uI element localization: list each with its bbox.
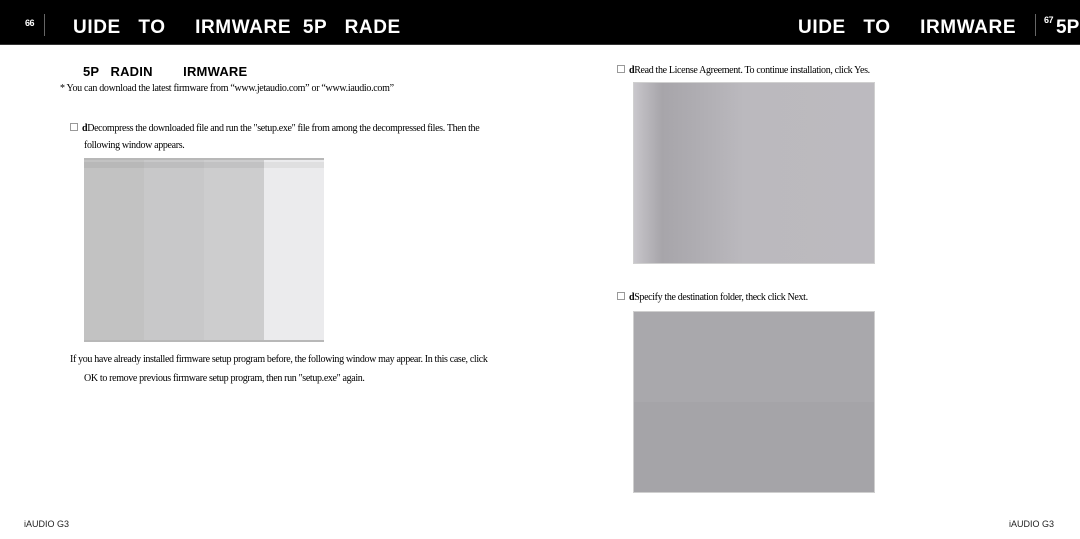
screenshot-column <box>204 160 264 340</box>
header-divider-left <box>44 14 45 36</box>
step-license: dRead the License Agreement. To continue… <box>617 62 897 79</box>
step-text: Read the License Agreement. To continue … <box>634 65 870 76</box>
checkbox-bullet-icon <box>617 292 625 300</box>
header-title-right: UIDE TO IRMWARE <box>798 17 1017 38</box>
license-agreement-screenshot <box>633 82 875 264</box>
paragraph-line: If you have already installed firmware s… <box>70 354 488 365</box>
screenshot-column <box>144 160 204 340</box>
step-text: Decompress the downloaded file and run t… <box>87 123 480 134</box>
checkbox-bullet-icon <box>70 123 78 131</box>
setup-window-screenshot <box>84 158 324 342</box>
destination-folder-screenshot <box>633 311 875 493</box>
step-text: Specify the destination folder, theck cl… <box>634 292 808 303</box>
screenshot-upper-region <box>634 312 874 402</box>
step-text-continued: following window appears. <box>84 140 185 151</box>
header-title-left: UIDE TO IRMWARE 5P RADE <box>73 17 401 38</box>
footer-right: iAUDIO G3 <box>1009 519 1055 529</box>
checkbox-bullet-icon <box>617 65 625 73</box>
screenshot-lower-region <box>634 402 874 492</box>
paragraph-line-continued: OK to remove previous firmware setup pro… <box>84 373 365 384</box>
previous-install-paragraph: If you have already installed firmware s… <box>70 350 510 388</box>
screenshot-column <box>264 160 324 340</box>
download-note: * You can download the latest firmware f… <box>60 83 394 94</box>
page-number-left: 66 <box>25 18 35 28</box>
header-bar: 66 UIDE TO IRMWARE 5P RADE UIDE TO IRMWA… <box>0 0 1080 45</box>
header-title-right-suffix: 5P <box>1056 17 1080 38</box>
step-decompress: dDecompress the downloaded file and run … <box>70 120 510 154</box>
step-destination: dSpecify the destination folder, theck c… <box>617 289 897 306</box>
header-divider-right <box>1035 14 1036 36</box>
footer-left: iAUDIO G3 <box>24 519 70 529</box>
screenshot-column <box>84 160 144 340</box>
section-heading: 5P RADIN IRMWARE <box>83 64 248 79</box>
page-number-right: 67 <box>1044 15 1054 25</box>
